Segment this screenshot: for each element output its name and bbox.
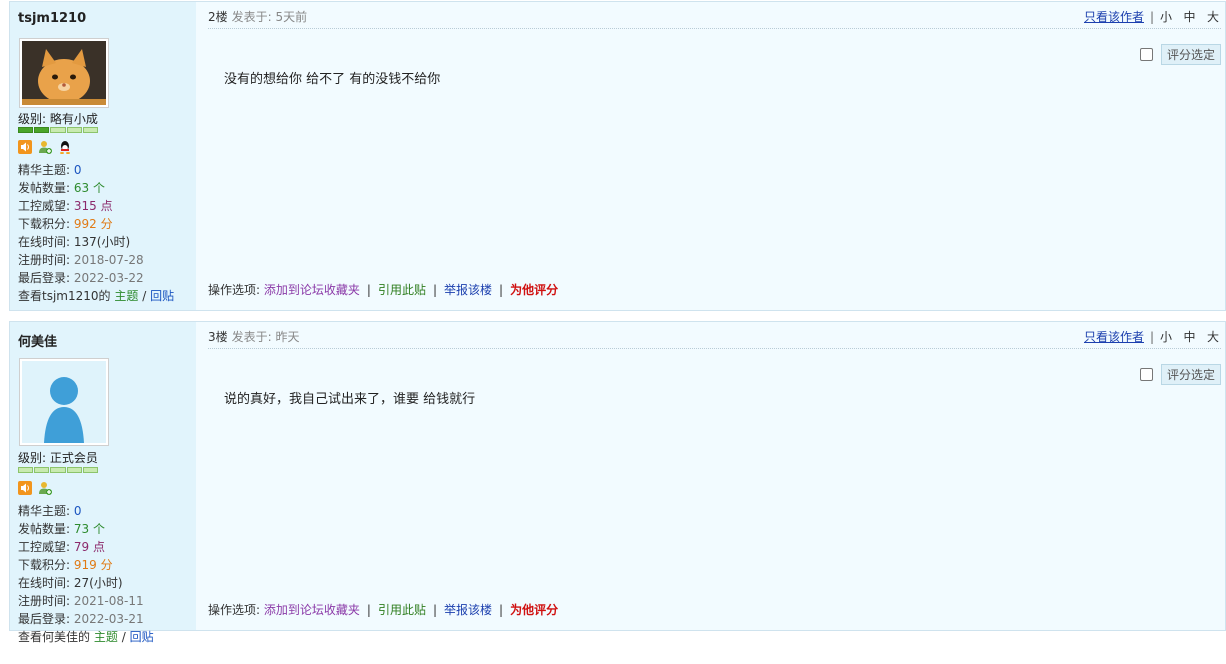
post-time: 发表于: 5天前 [231, 10, 308, 24]
user-level: 级别: 正式会员 [18, 451, 98, 465]
view-prefix: 查看何美佳的 [18, 630, 91, 644]
font-large[interactable]: 大 [1207, 10, 1219, 24]
author-name[interactable]: tsjm1210 [18, 11, 86, 26]
view-replies-link[interactable]: 回贴 [130, 630, 154, 644]
stat-reg: 2018-07-28 [73, 253, 144, 267]
stat-label: 精华主题: [18, 163, 71, 177]
user-stats: 精华主题: 0 发帖数量: 73 个 工控威望: 79 点 下载积分: 919 … [18, 502, 154, 646]
stat-label: 发帖数量: [18, 522, 71, 536]
cat-avatar-image [22, 41, 106, 105]
slash: / [142, 289, 147, 303]
quote-link[interactable]: 引用此贴 [378, 603, 426, 617]
stat-online: 137(小时) [73, 235, 131, 249]
post-main: 2楼 发表于: 5天前 只看该作者 | 小 中 大 评分选定 没有的想给你 给不了 有… [208, 2, 1221, 310]
view-topics-link[interactable]: 主题 [114, 289, 138, 303]
rate-select: 评分选定 [1139, 44, 1221, 65]
stat-label: 在线时间: [18, 235, 71, 249]
report-link[interactable]: 举报该楼 [444, 603, 492, 617]
select-checkbox[interactable] [1139, 48, 1153, 61]
stat-label: 注册时间: [18, 594, 71, 608]
add-favorite-link[interactable]: 添加到论坛收藏夹 [264, 283, 360, 297]
user-icons [18, 481, 52, 495]
stat-label: 精华主题: [18, 504, 71, 518]
stat-label: 发帖数量: [18, 181, 71, 195]
quote-link[interactable]: 引用此贴 [378, 283, 426, 297]
stat-jinghua: 0 [73, 163, 82, 177]
stat-label: 工控威望: [18, 199, 71, 213]
avatar[interactable] [19, 38, 109, 108]
speaker-icon[interactable] [18, 481, 32, 495]
stat-label: 注册时间: [18, 253, 71, 267]
add-friend-icon[interactable] [38, 481, 52, 495]
stat-last: 2022-03-22 [73, 271, 144, 285]
default-avatar-image [22, 361, 106, 443]
font-small[interactable]: 小 [1160, 10, 1172, 24]
stat-reg: 2021-08-11 [73, 594, 144, 608]
stat-jinghua: 0 [73, 504, 82, 518]
stat-jifen: 919 分 [73, 558, 113, 572]
avatar[interactable] [19, 358, 109, 446]
author-sidebar: tsjm1210 级别: 略有小成 精华主题: 0 发帖数量: 63 个 工控威… [10, 2, 196, 310]
stat-label: 在线时间: [18, 576, 71, 590]
select-checkbox[interactable] [1139, 368, 1153, 381]
stat-last: 2022-03-21 [73, 612, 144, 626]
post-header: 3楼 发表于: 昨天 只看该作者 | 小 中 大 [208, 328, 1221, 349]
add-friend-icon[interactable] [38, 140, 52, 154]
slash: / [121, 630, 126, 644]
rate-select-button[interactable]: 评分选定 [1160, 44, 1221, 65]
speaker-icon[interactable] [18, 140, 32, 154]
view-prefix: 查看tsjm1210的 [18, 289, 111, 303]
stat-online: 27(小时) [73, 576, 123, 590]
post-content: 没有的想给你 给不了 有的没钱不给你 [224, 72, 441, 87]
post-floor-2: tsjm1210 级别: 略有小成 精华主题: 0 发帖数量: 63 个 工控威… [9, 1, 1226, 311]
stat-jifen: 992 分 [73, 217, 113, 231]
stat-posts: 73 个 [73, 522, 105, 536]
ops-label: 操作选项: [208, 603, 261, 617]
stat-weiwang: 315 点 [73, 199, 113, 213]
font-medium[interactable]: 中 [1184, 330, 1196, 344]
rate-user-link[interactable]: 为他评分 [510, 603, 558, 617]
user-level: 级别: 略有小成 [18, 112, 98, 126]
report-link[interactable]: 举报该楼 [444, 283, 492, 297]
user-icons [18, 140, 72, 154]
rate-select-button[interactable]: 评分选定 [1160, 364, 1221, 385]
post-main: 3楼 发表于: 昨天 只看该作者 | 小 中 大 评分选定 说的真好，我自己试出来了，… [208, 322, 1221, 630]
only-author-link[interactable]: 只看该作者 [1084, 10, 1144, 24]
ops-label: 操作选项: [208, 283, 261, 297]
only-author-link[interactable]: 只看该作者 [1084, 330, 1144, 344]
level-progress-bar [18, 127, 99, 133]
view-topics-link[interactable]: 主题 [94, 630, 118, 644]
user-stats: 精华主题: 0 发帖数量: 63 个 工控威望: 315 点 下载积分: 992… [18, 161, 174, 305]
post-operations: 操作选项: 添加到论坛收藏夹 | 引用此贴 | 举报该楼 | 为他评分 [208, 283, 559, 297]
font-medium[interactable]: 中 [1184, 10, 1196, 24]
rate-user-link[interactable]: 为他评分 [510, 283, 558, 297]
floor-number: 2楼 [208, 10, 228, 24]
stat-weiwang: 79 点 [73, 540, 105, 554]
qq-penguin-icon[interactable] [58, 140, 72, 154]
stat-label: 下载积分: [18, 558, 71, 572]
view-replies-link[interactable]: 回贴 [150, 289, 174, 303]
stat-label: 工控威望: [18, 540, 71, 554]
post-header-tools: 只看该作者 | 小 中 大 [1083, 10, 1219, 24]
post-time: 发表于: 昨天 [231, 330, 300, 344]
stat-posts: 63 个 [73, 181, 105, 195]
post-header: 2楼 发表于: 5天前 只看该作者 | 小 中 大 [208, 8, 1221, 29]
author-sidebar: 何美佳 级别: 正式会员 精华主题: 0 发帖数量: 73 个 工控威望: 79… [10, 322, 196, 644]
post-content: 说的真好，我自己试出来了，谁要 给钱就行 [224, 392, 476, 407]
post-operations: 操作选项: 添加到论坛收藏夹 | 引用此贴 | 举报该楼 | 为他评分 [208, 603, 559, 617]
stat-label: 下载积分: [18, 217, 71, 231]
stat-label: 最后登录: [18, 612, 71, 626]
level-progress-bar [18, 467, 99, 473]
font-small[interactable]: 小 [1160, 330, 1172, 344]
font-large[interactable]: 大 [1207, 330, 1219, 344]
post-header-tools: 只看该作者 | 小 中 大 [1083, 330, 1219, 344]
post-floor-3: 何美佳 级别: 正式会员 精华主题: 0 发帖数量: 73 个 工控威望: 79… [9, 321, 1226, 644]
add-favorite-link[interactable]: 添加到论坛收藏夹 [264, 603, 360, 617]
author-name[interactable]: 何美佳 [18, 331, 57, 350]
rate-select: 评分选定 [1139, 364, 1221, 385]
stat-label: 最后登录: [18, 271, 71, 285]
floor-number: 3楼 [208, 330, 228, 344]
